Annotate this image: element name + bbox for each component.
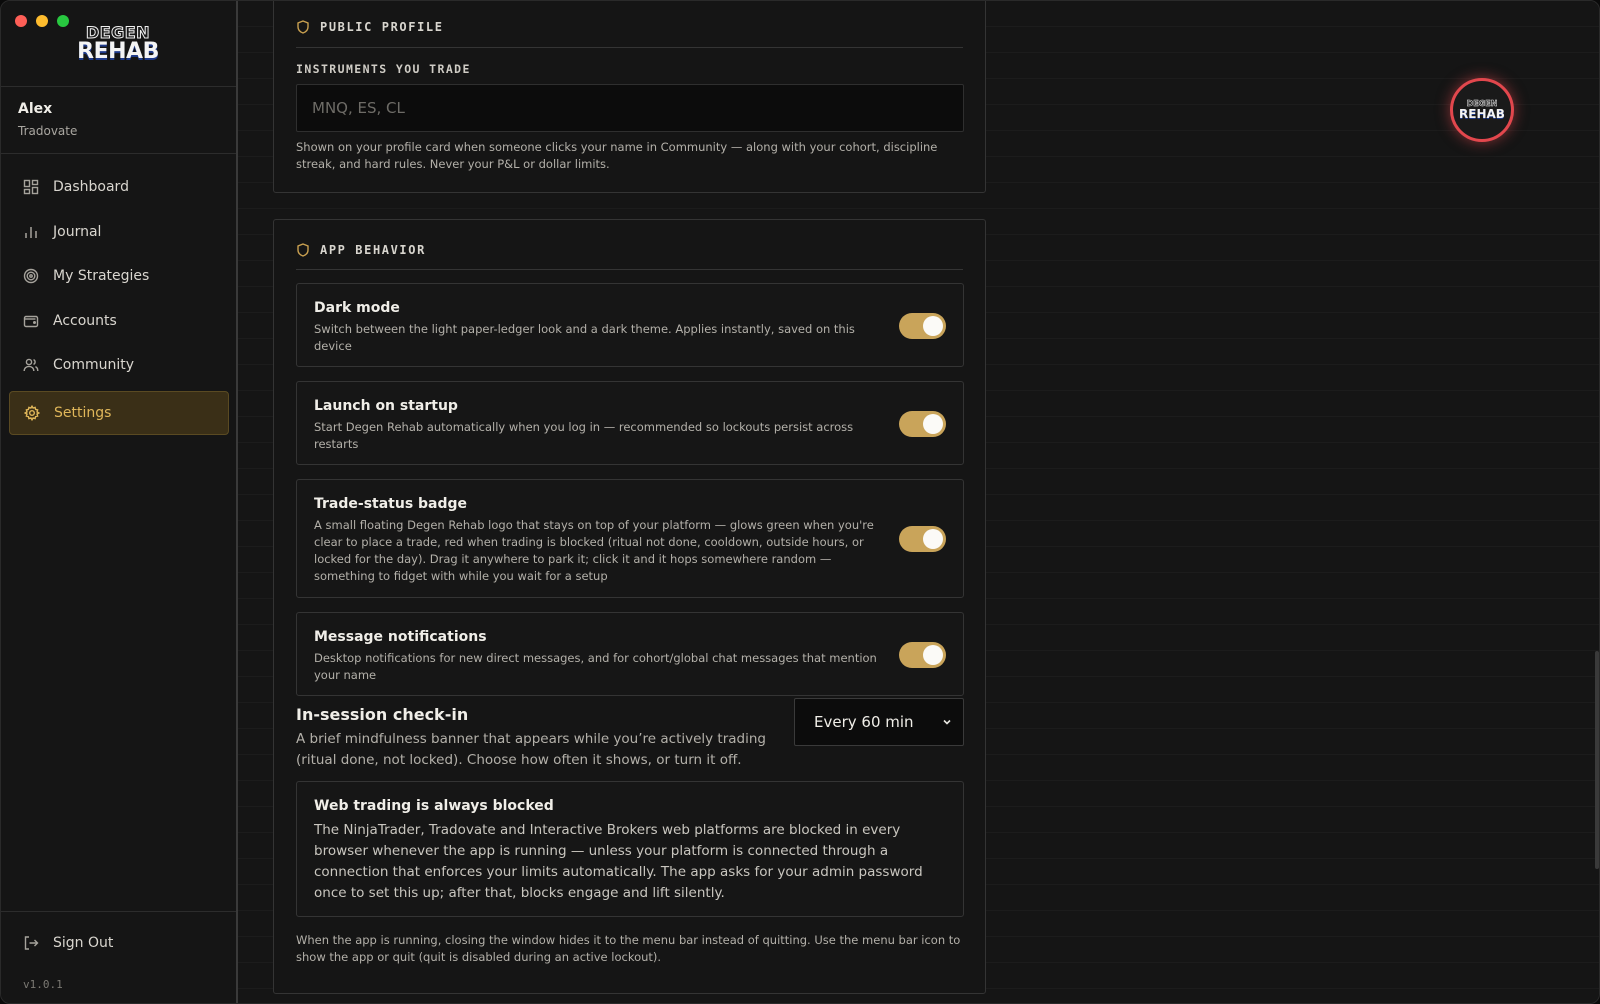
app-logo: DEGEN REHAB	[73, 21, 163, 67]
menu-bar-note: When the app is running, closing the win…	[296, 933, 961, 964]
setting-description: A small floating Degen Rehab logo that s…	[314, 518, 874, 583]
sidebar-item-label: Journal	[53, 223, 102, 240]
setting-title: Trade-status badge	[314, 496, 468, 512]
section-title-text: PUBLIC PROFILE	[320, 20, 444, 34]
trade-status-badge[interactable]: DEGEN REHAB	[1450, 78, 1514, 142]
grid-icon	[23, 179, 39, 195]
shield-icon	[296, 243, 310, 257]
minimize-window-button[interactable]	[36, 15, 48, 27]
sidebar-item-my-strategies[interactable]: My Strategies	[9, 254, 229, 298]
sidebar-item-settings[interactable]: Settings	[9, 391, 229, 436]
instruments-help: Shown on your profile card when someone …	[296, 140, 938, 171]
checkin-frequency-value: Every 60 min	[814, 713, 914, 731]
setting-title: Message notifications	[314, 629, 487, 645]
toggle-knob	[923, 414, 943, 434]
wallet-icon	[23, 313, 39, 329]
public-profile-card: PUBLIC PROFILE INSTRUMENTS YOU TRADE Sho…	[273, 1, 986, 193]
trade-status-badge-setting: Trade-status badge A small floating Dege…	[296, 479, 964, 598]
trade-status-badge-toggle[interactable]	[899, 526, 946, 552]
sidebar-divider	[1, 153, 236, 154]
checkin-frequency-select[interactable]: Every 60 min	[794, 698, 964, 746]
setting-description: Start Degen Rehab automatically when you…	[314, 420, 854, 451]
toggle-knob	[923, 316, 943, 336]
instruments-label: INSTRUMENTS YOU TRADE	[296, 62, 471, 76]
chevron-down-icon	[941, 716, 953, 728]
sidebar-divider	[1, 911, 236, 912]
sidebar-nav: Dashboard Journal My Strategies Accounts	[9, 165, 229, 436]
sign-out-label: Sign Out	[53, 935, 114, 951]
message-notifications-setting: Message notifications Desktop notificati…	[296, 612, 964, 696]
checkin-description: A brief mindfulness banner that appears …	[296, 731, 766, 768]
launch-on-startup-toggle[interactable]	[899, 411, 946, 437]
shield-icon	[296, 20, 310, 34]
toggle-knob	[923, 645, 943, 665]
sidebar-item-community[interactable]: Community	[9, 343, 229, 387]
gear-icon	[24, 405, 40, 422]
setting-title: Dark mode	[314, 300, 400, 316]
target-icon	[23, 268, 39, 284]
app-version: v1.0.1	[23, 978, 63, 991]
sidebar-divider	[1, 86, 236, 87]
logo-bottom-text: REHAB	[77, 39, 159, 64]
close-window-button[interactable]	[15, 15, 27, 27]
app-window: DEGEN REHAB Alex Tradovate Dashboard Jou…	[0, 0, 1600, 1004]
bar-chart-icon	[23, 224, 39, 240]
sidebar-item-dashboard[interactable]: Dashboard	[9, 165, 229, 209]
section-title: APP BEHAVIOR	[296, 243, 426, 257]
dark-mode-toggle[interactable]	[899, 313, 946, 339]
web-trading-blocked-notice: Web trading is always blocked The NinjaT…	[296, 781, 964, 917]
badge-bottom-text: REHAB	[1459, 107, 1505, 121]
sidebar-item-label: My Strategies	[53, 268, 150, 285]
sidebar-item-accounts[interactable]: Accounts	[9, 299, 229, 343]
dark-mode-setting: Dark mode Switch between the light paper…	[296, 283, 964, 367]
message-notifications-toggle[interactable]	[899, 642, 946, 668]
user-broker: Tradovate	[18, 124, 78, 138]
notice-title: Web trading is always blocked	[314, 798, 554, 814]
section-divider	[296, 47, 963, 48]
user-name: Alex	[18, 101, 53, 117]
zoom-window-button[interactable]	[57, 15, 69, 27]
sidebar-item-label: Accounts	[53, 312, 117, 329]
setting-description: Desktop notifications for new direct mes…	[314, 651, 877, 682]
scrollbar-thumb[interactable]	[1595, 651, 1599, 869]
notice-body: The NinjaTrader, Tradovate and Interacti…	[314, 822, 923, 901]
launch-on-startup-setting: Launch on startup Start Degen Rehab auto…	[296, 381, 964, 465]
setting-title: Launch on startup	[314, 398, 458, 414]
users-icon	[23, 357, 39, 373]
sidebar-item-label: Community	[53, 357, 135, 374]
sidebar-item-label: Dashboard	[53, 179, 129, 195]
instruments-input[interactable]	[296, 84, 964, 132]
settings-content: PUBLIC PROFILE INSTRUMENTS YOU TRADE Sho…	[238, 1, 1599, 1003]
checkin-title: In-session check-in	[296, 705, 469, 724]
section-title-text: APP BEHAVIOR	[320, 243, 426, 257]
app-behavior-card: APP BEHAVIOR Dark mode Switch between th…	[273, 219, 986, 994]
sidebar-item-label: Settings	[54, 405, 112, 422]
sign-out-button[interactable]: Sign Out	[23, 935, 113, 951]
section-title: PUBLIC PROFILE	[296, 20, 444, 34]
sidebar: DEGEN REHAB Alex Tradovate Dashboard Jou…	[1, 1, 238, 1003]
window-controls	[15, 15, 69, 27]
sidebar-item-journal[interactable]: Journal	[9, 210, 229, 254]
section-divider	[296, 269, 963, 270]
log-out-icon	[23, 935, 39, 951]
toggle-knob	[923, 529, 943, 549]
setting-description: Switch between the light paper-ledger lo…	[314, 322, 855, 353]
